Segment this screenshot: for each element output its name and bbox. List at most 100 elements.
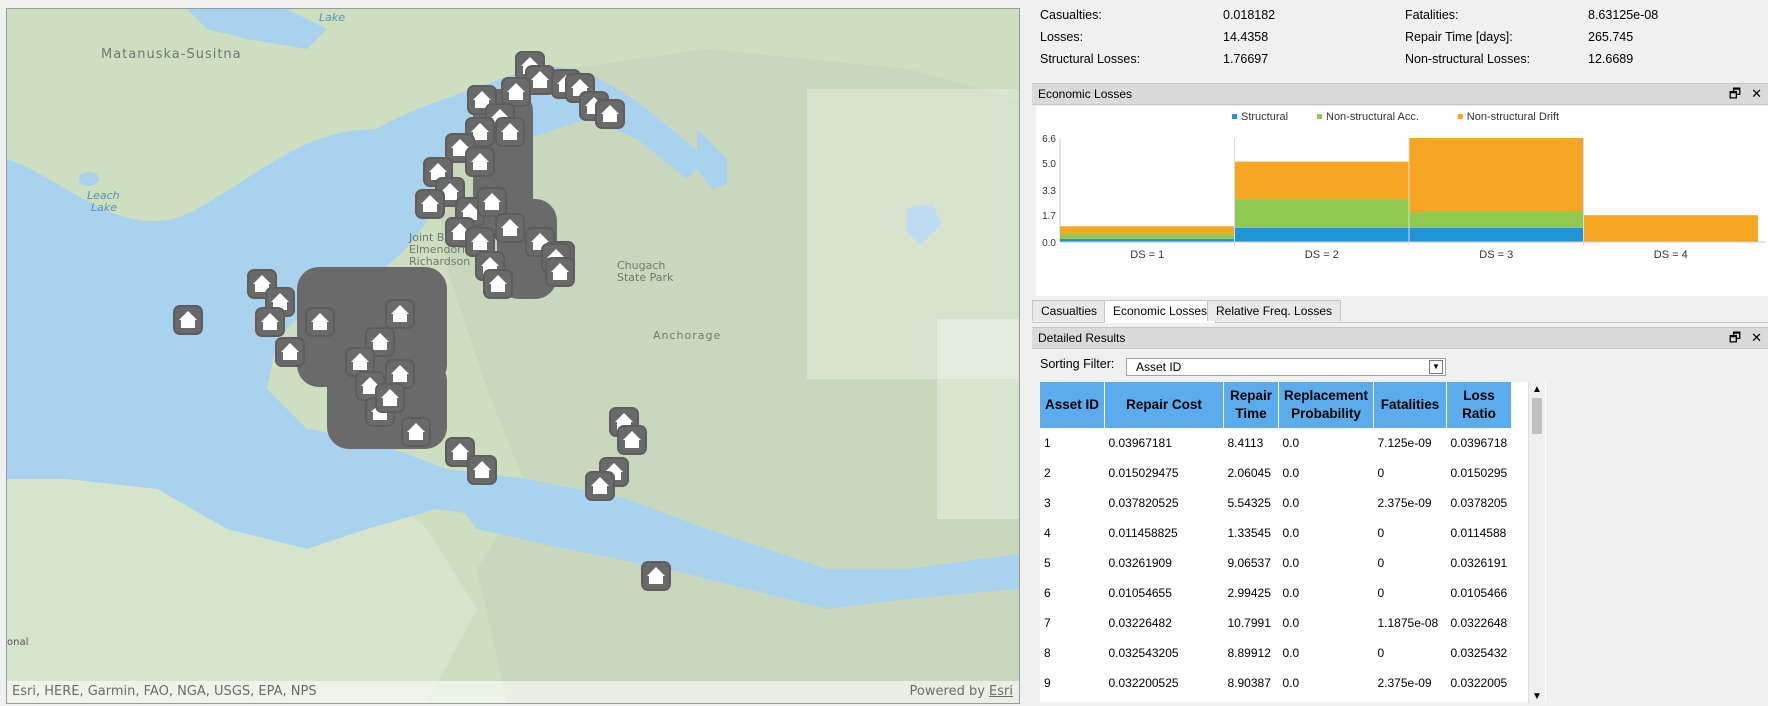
table-row[interactable]: 9 0.032200525 8.90387 0.0 2.375e-09 0.0322005 bbox=[1040, 668, 1512, 698]
table-cell: 0.03226482 bbox=[1108, 616, 1172, 630]
restore-icon[interactable]: 🗗 bbox=[1729, 330, 1741, 345]
scroll-up-icon[interactable]: ▲ bbox=[1532, 384, 1542, 395]
table-cell: 0.011458825 bbox=[1108, 526, 1178, 540]
asset-marker[interactable] bbox=[469, 457, 495, 483]
asset-marker[interactable] bbox=[547, 259, 573, 285]
table-row[interactable]: 1 0.03967181 8.4113 0.0 7.125e-09 0.0396718 bbox=[1040, 428, 1512, 458]
asset-marker[interactable] bbox=[387, 361, 413, 387]
table-row[interactable]: 7 0.03226482 10.7991 0.0 1.1875e-08 0.0322648 bbox=[1040, 608, 1512, 638]
bar-segment bbox=[1409, 212, 1584, 228]
table-cell: 0 bbox=[1377, 586, 1385, 600]
asset-marker[interactable] bbox=[619, 427, 645, 453]
scroll-thumb[interactable] bbox=[1532, 398, 1542, 434]
column-header-loss-ratio[interactable]: Loss Ratio bbox=[1446, 382, 1512, 428]
table-cell: 2.375e-09 bbox=[1377, 676, 1432, 690]
table-cell: 0.0 bbox=[1282, 526, 1300, 540]
asset-marker[interactable] bbox=[587, 473, 613, 499]
table-row[interactable]: 6 0.01054655 2.99425 0.0 0 0.0105466 bbox=[1040, 578, 1512, 608]
table-body: 1 0.03967181 8.4113 0.0 7.125e-09 0.0396718 2 0… bbox=[1040, 428, 1512, 698]
bar-segment bbox=[1234, 227, 1409, 242]
asset-marker[interactable] bbox=[277, 339, 303, 365]
column-header-repair-cost[interactable]: Repair Cost bbox=[1104, 382, 1224, 428]
table-cell: 8.4113 bbox=[1227, 436, 1264, 450]
asset-marker[interactable] bbox=[643, 563, 669, 589]
bar-segment bbox=[1409, 227, 1584, 242]
asset-marker[interactable] bbox=[497, 215, 523, 241]
x-tick-label: DS = 4 bbox=[1654, 249, 1688, 261]
asset-marker[interactable] bbox=[377, 385, 403, 411]
chevron-down-icon[interactable]: ▼ bbox=[1429, 360, 1443, 374]
close-icon[interactable]: ✕ bbox=[1751, 330, 1762, 345]
column-header-fatalities[interactable]: Fatalities bbox=[1373, 382, 1447, 428]
losses-label: Losses: bbox=[1040, 30, 1084, 44]
table-row[interactable]: 3 0.037820525 5.54325 0.0 2.375e-09 0.0378205 bbox=[1040, 488, 1512, 518]
asset-marker[interactable] bbox=[347, 349, 373, 375]
summary-panel: Casualties: 0.018182 Fatalities: 8.63125… bbox=[1040, 8, 1760, 78]
asset-marker[interactable] bbox=[485, 271, 511, 297]
close-icon[interactable]: ✕ bbox=[1751, 86, 1762, 101]
map-label-leach-lake: Lake bbox=[91, 201, 118, 214]
attribution-text: Esri, HERE, Garmin, FAO, NGA, USGS, EPA,… bbox=[12, 684, 317, 699]
map-view[interactable]: Matanuska-Susitna Lake Leach Lake Joint … bbox=[6, 8, 1020, 704]
sorting-filter-select[interactable]: Asset ID ▼ bbox=[1126, 358, 1446, 376]
fatalities-value: 8.63125e-08 bbox=[1588, 8, 1659, 22]
y-tick-label: 0.0 bbox=[1042, 238, 1056, 249]
asset-marker[interactable] bbox=[467, 149, 493, 175]
table-cell: 0 bbox=[1377, 526, 1385, 540]
table-cell: 0.03967181 bbox=[1108, 436, 1172, 450]
asset-marker[interactable] bbox=[387, 301, 413, 327]
asset-marker[interactable] bbox=[527, 67, 553, 93]
column-header-repair-time[interactable]: Repair Time bbox=[1223, 382, 1279, 428]
asset-marker[interactable] bbox=[403, 419, 429, 445]
table-cell: 1.1875e-08 bbox=[1377, 616, 1439, 630]
asset-marker[interactable] bbox=[307, 309, 333, 335]
economic-losses-title: Economic Losses bbox=[1038, 87, 1133, 101]
bar-segment bbox=[1409, 138, 1584, 213]
table-row[interactable]: 4 0.011458825 1.33545 0.0 0 0.0114588 bbox=[1040, 518, 1512, 548]
asset-marker[interactable] bbox=[257, 309, 283, 335]
esri-link[interactable]: Esri bbox=[989, 684, 1013, 699]
fatalities-label: Fatalities: bbox=[1405, 8, 1459, 22]
table-scrollbar[interactable]: ▲ ▼ bbox=[1528, 382, 1545, 704]
sorting-filter-value: Asset ID bbox=[1136, 360, 1182, 374]
legend-label: Structural bbox=[1241, 111, 1288, 123]
asset-marker[interactable] bbox=[497, 119, 523, 145]
losses-value: 14.4358 bbox=[1223, 30, 1269, 44]
detailed-results-table: Asset ID Repair Cost Repair Time Replace… bbox=[1040, 382, 1512, 698]
table-cell: 0.032543205 bbox=[1108, 646, 1179, 660]
table-cell: 0 bbox=[1377, 466, 1385, 480]
tab-economic-losses[interactable]: Economic Losses bbox=[1104, 300, 1217, 323]
table-row[interactable]: 5 0.03261909 9.06537 0.0 0 0.0326191 bbox=[1040, 548, 1512, 578]
map-attribution-bar: Esri, HERE, Garmin, FAO, NGA, USGS, EPA,… bbox=[7, 681, 1019, 703]
table-header-row: Asset ID Repair Cost Repair Time Replace… bbox=[1040, 382, 1512, 428]
detailed-results-header: Detailed Results 🗗 ✕ bbox=[1032, 327, 1768, 349]
table-cell: 0.0322648 bbox=[1450, 616, 1508, 630]
tab-casualties[interactable]: Casualties bbox=[1032, 300, 1107, 321]
column-header-replacement-probability[interactable]: Replacement Probability bbox=[1278, 382, 1374, 428]
table-row[interactable]: 8 0.032543205 8.89912 0.0 0 0.0325432 bbox=[1040, 638, 1512, 668]
tab-relative-freq-losses[interactable]: Relative Freq. Losses bbox=[1207, 300, 1342, 321]
asset-marker[interactable] bbox=[417, 191, 443, 217]
table-cell: 8.89912 bbox=[1227, 646, 1271, 660]
table-cell: 0.0 bbox=[1282, 586, 1300, 600]
scroll-down-icon[interactable]: ▼ bbox=[1532, 691, 1542, 702]
table-row[interactable]: 2 0.015029475 2.06045 0.0 0 0.0150295 bbox=[1040, 458, 1512, 488]
table-cell: 0.0 bbox=[1282, 646, 1300, 660]
table-cell: 9 bbox=[1044, 676, 1051, 690]
x-tick-label: DS = 1 bbox=[1130, 249, 1164, 261]
table-cell: 2 bbox=[1044, 466, 1051, 480]
y-tick-label: 1.7 bbox=[1042, 211, 1056, 222]
powered-by: Powered by Esri bbox=[910, 684, 1013, 699]
table-cell: 0.0378205 bbox=[1450, 496, 1508, 510]
asset-marker[interactable] bbox=[175, 307, 201, 333]
asset-marker[interactable] bbox=[503, 79, 529, 105]
legend-item: Non-structural Acc. bbox=[1317, 111, 1419, 123]
nonstructural-losses-value: 12.6689 bbox=[1588, 52, 1634, 66]
asset-marker[interactable] bbox=[479, 189, 505, 215]
asset-marker[interactable] bbox=[467, 229, 493, 255]
asset-marker[interactable] bbox=[597, 101, 623, 127]
table-cell: 1.33545 bbox=[1227, 526, 1271, 540]
bar-segment bbox=[1060, 226, 1235, 235]
column-header-asset-id[interactable]: Asset ID bbox=[1040, 382, 1105, 428]
restore-icon[interactable]: 🗗 bbox=[1729, 86, 1741, 101]
